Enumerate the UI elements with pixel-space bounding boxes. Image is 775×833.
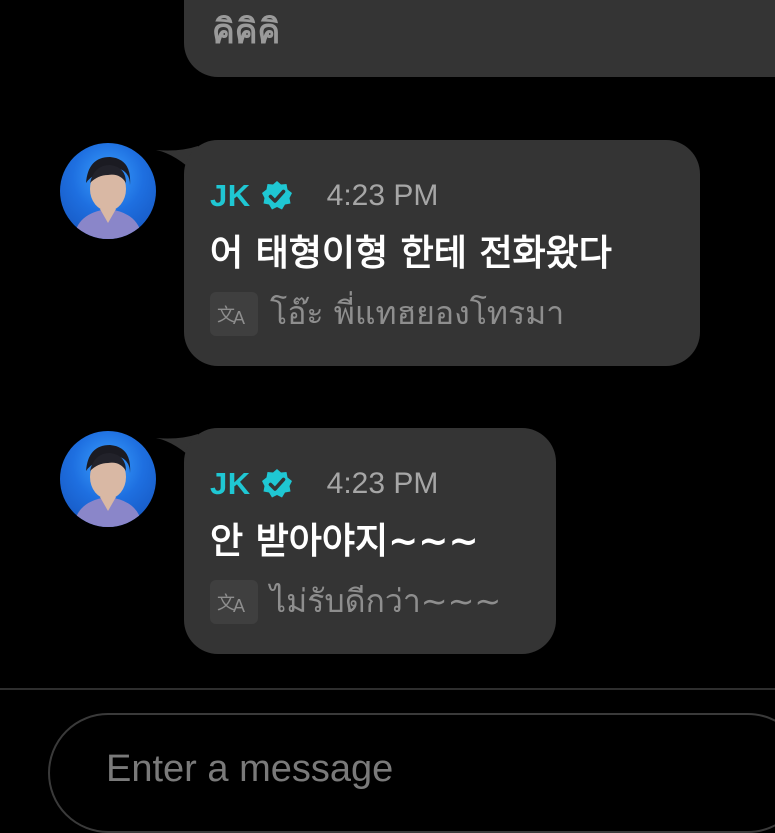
message-input[interactable] (104, 747, 708, 792)
verified-badge-icon (261, 180, 293, 212)
chat-area: คิคิคิ JK 4:23 PM 어 태형이형 한테 전화왔다 文 A โอ๊… (0, 0, 775, 688)
svg-text:A: A (233, 596, 245, 616)
message-bubble[interactable]: JK 4:23 PM 안 받아야지~~~ 文 A ไม่รับดีกว่า~~~ (184, 428, 556, 654)
message-time: 4:23 PM (326, 467, 439, 500)
message-bubble[interactable]: JK 4:23 PM 어 태형이형 한테 전화왔다 文 A โอ๊ะ พี่แท… (184, 140, 700, 366)
message-text: 어 태형이형 한테 전화왔다 (210, 233, 612, 274)
message-header: JK 4:23 PM (210, 464, 438, 504)
composer-divider (0, 688, 775, 690)
sender-name[interactable]: JK (210, 178, 251, 214)
message-text: คิคิคิ (212, 12, 281, 52)
message-header: JK 4:23 PM (210, 176, 438, 216)
message-text: 안 받아야지~~~ (210, 521, 479, 562)
translate-icon[interactable]: 文 A (210, 579, 258, 624)
message-translation: 文 A โอ๊ะ พี่แทฮยองโทรมา (210, 288, 564, 339)
message-bubble-partial: คิคิคิ (184, 0, 775, 77)
translation-text: ไม่รับดีกว่า~~~ (270, 582, 502, 620)
verified-badge-icon (261, 468, 293, 500)
translate-icon[interactable]: 文 A (210, 291, 258, 336)
avatar[interactable] (60, 143, 156, 239)
translation-text: โอ๊ะ พี่แทฮยองโทรมา (270, 294, 565, 332)
svg-text:A: A (233, 308, 245, 328)
sender-name[interactable]: JK (210, 466, 251, 502)
message-translation: 文 A ไม่รับดีกว่า~~~ (210, 576, 501, 627)
message-time: 4:23 PM (326, 179, 439, 212)
avatar[interactable] (60, 431, 156, 527)
message-composer[interactable] (48, 713, 775, 833)
